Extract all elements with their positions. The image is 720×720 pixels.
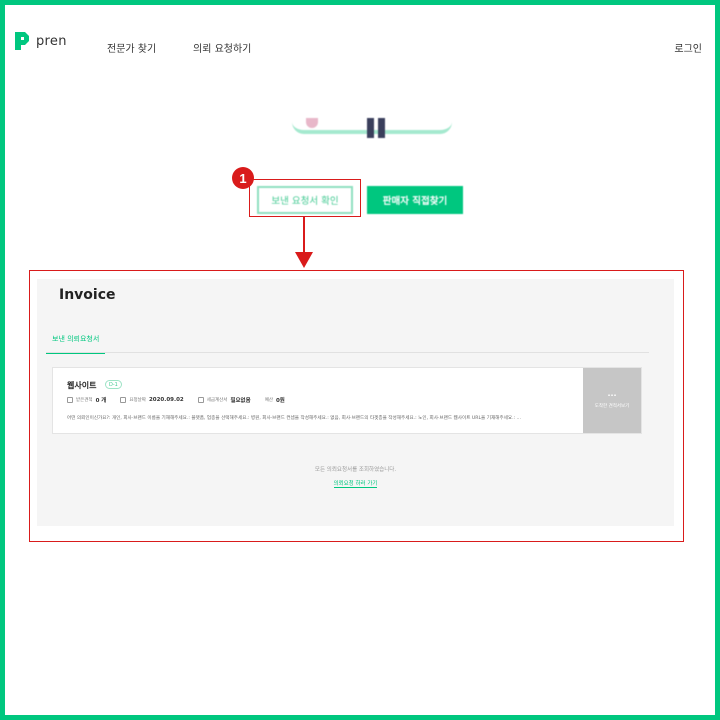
meta-date-value: 2020.09.02: [148, 397, 184, 403]
meta-request-date: 요청날짜 2020.09.02: [120, 397, 184, 403]
more-dots-icon: ···: [607, 390, 617, 400]
all-viewed-message: 모든 의뢰요청서를 조회하였습니다.: [314, 467, 397, 473]
nav-request-work[interactable]: 의뢰 요청하기: [193, 40, 251, 55]
meta-date-label: 요청날짜: [129, 398, 146, 403]
go-request-link-wrap: 의뢰요청 하러 가기: [37, 479, 674, 488]
annotation-arrow-head: [295, 252, 313, 268]
go-request-link[interactable]: 의뢰요청 하러 가기: [333, 481, 378, 488]
hero-figure-leg: [367, 118, 374, 138]
find-seller-button[interactable]: 판매자 직접찾기: [367, 186, 463, 214]
receipt-icon: [197, 397, 204, 403]
meta-received-label: 받은견적: [76, 398, 93, 403]
meta-budget: 예산 0원: [265, 396, 285, 404]
invoice-panel: Invoice 보낸 의뢰요청서 웹사이트 D-1 받은견적 0 개 요청날짜 …: [37, 279, 674, 526]
hero-figure-leg: [378, 118, 385, 138]
request-deadline-badge: D-1: [105, 380, 122, 389]
pren-logo[interactable]: pren: [13, 30, 67, 52]
pren-logo-icon: [15, 32, 29, 50]
step-number-badge: 1: [232, 167, 254, 189]
annotation-highlight-button: [249, 179, 361, 217]
hero-illustration: [292, 118, 452, 138]
tab-divider: [46, 352, 649, 353]
request-description: 어떤 의뢰인이신가요?: 개인, 회사·브랜드 이름을 기재해주세요.: 플랫폼…: [67, 416, 521, 421]
login-link[interactable]: 로그인: [674, 40, 702, 55]
meta-received-quotes: 받은견적 0 개: [67, 396, 106, 404]
view-quotes-button[interactable]: ··· 도착한 견적서보기: [583, 368, 641, 433]
document-icon: [67, 397, 73, 403]
nav-find-experts[interactable]: 전문가 찾기: [107, 40, 156, 55]
meta-tax-value: 필요없음: [230, 398, 251, 404]
request-card-title: 웹사이트: [67, 381, 97, 390]
logo-text: pren: [36, 33, 67, 49]
view-quotes-label: 도착한 견적서보기: [594, 403, 630, 409]
meta-tax-invoice: 세금계산서 필요없음: [197, 396, 251, 404]
meta-tax-label: 세금계산서: [206, 398, 228, 403]
request-meta-row: 받은견적 0 개 요청날짜 2020.09.02 세금계산서 필요없음 예산 0…: [67, 396, 299, 404]
meta-received-value: 0 개: [95, 398, 107, 404]
calendar-icon: [120, 397, 127, 403]
request-card[interactable]: 웹사이트 D-1 받은견적 0 개 요청날짜 2020.09.02 세금계산서 …: [52, 367, 642, 434]
annotation-arrow-line: [303, 217, 305, 255]
invoice-title: Invoice: [59, 287, 116, 303]
meta-budget-value: 0원: [275, 398, 285, 404]
meta-budget-label: 예산: [264, 398, 273, 403]
tab-sent-requests[interactable]: 보낸 의뢰요청서: [46, 334, 106, 354]
